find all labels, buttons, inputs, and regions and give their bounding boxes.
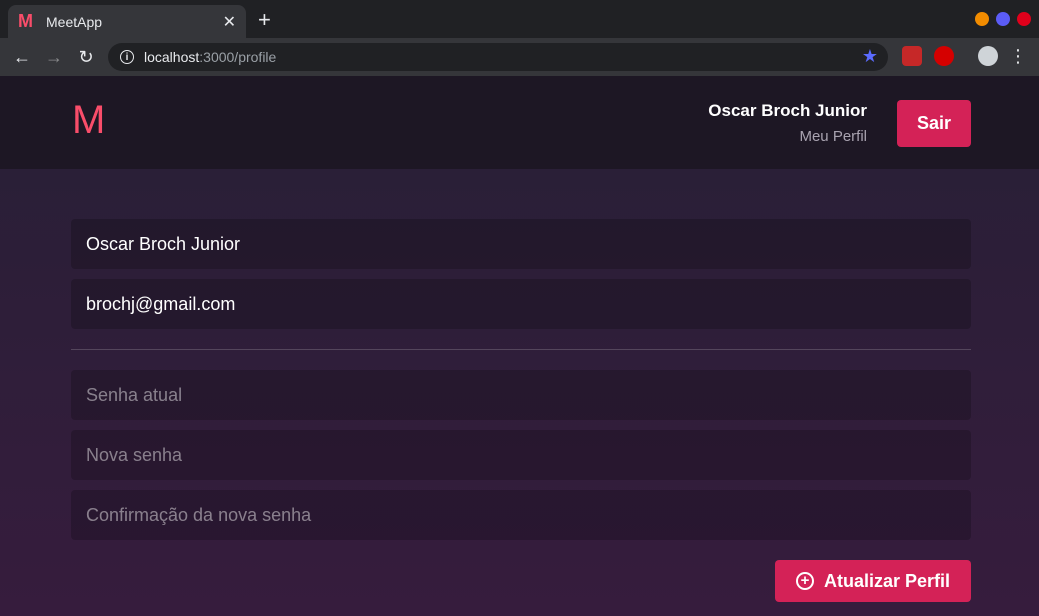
site-info-icon[interactable]: i (120, 50, 134, 64)
browser-tab[interactable]: M MeetApp ✕ (8, 5, 246, 38)
current-password-field[interactable] (71, 370, 971, 420)
profile-avatar[interactable] (978, 46, 998, 66)
app-header (0, 76, 1039, 169)
profile-link[interactable]: Meu Perfil (799, 128, 867, 145)
email-field[interactable] (71, 279, 971, 329)
reload-icon[interactable]: ↻ (70, 41, 102, 73)
extension-icon[interactable] (902, 46, 922, 66)
add-circle-icon: + (795, 572, 814, 590)
url-host: localhost (144, 49, 200, 65)
meetapp-favicon-icon: M (18, 11, 33, 31)
address-bar[interactable]: i localhost :3000/profile ★ (108, 43, 888, 71)
user-name: Oscar Broch Junior (708, 101, 867, 120)
update-profile-button[interactable]: + Atualizar Perfil (775, 560, 971, 602)
meetapp-logo[interactable]: M (72, 98, 105, 142)
browser-toolbar: ← → ↻ i localhost :3000/profile ★ (0, 38, 1039, 76)
logout-button[interactable]: Sair (897, 100, 971, 147)
browser-menu-icon[interactable]: ⋮ (1009, 46, 1027, 66)
new-tab-button[interactable]: + (258, 8, 271, 32)
new-password-field[interactable] (71, 430, 971, 480)
window-controls (975, 12, 1031, 26)
minimize-window-button[interactable] (975, 12, 989, 26)
adblock-extension-icon[interactable] (934, 46, 954, 66)
maximize-window-button[interactable] (996, 12, 1010, 26)
form-divider (71, 349, 971, 350)
name-field[interactable] (71, 219, 971, 269)
forward-arrow-icon[interactable]: → (38, 41, 70, 73)
browser-tab-bar: M MeetApp ✕ + (0, 0, 1039, 38)
close-window-button[interactable] (1017, 12, 1031, 26)
bookmark-star-icon[interactable]: ★ (862, 46, 878, 67)
url-path: :3000/profile (199, 49, 277, 65)
back-arrow-icon[interactable]: ← (6, 41, 38, 73)
update-profile-label: Atualizar Perfil (823, 570, 951, 591)
tab-close-icon[interactable]: ✕ (223, 12, 236, 32)
tab-title: MeetApp (46, 13, 103, 30)
confirm-password-field[interactable] (71, 490, 971, 540)
